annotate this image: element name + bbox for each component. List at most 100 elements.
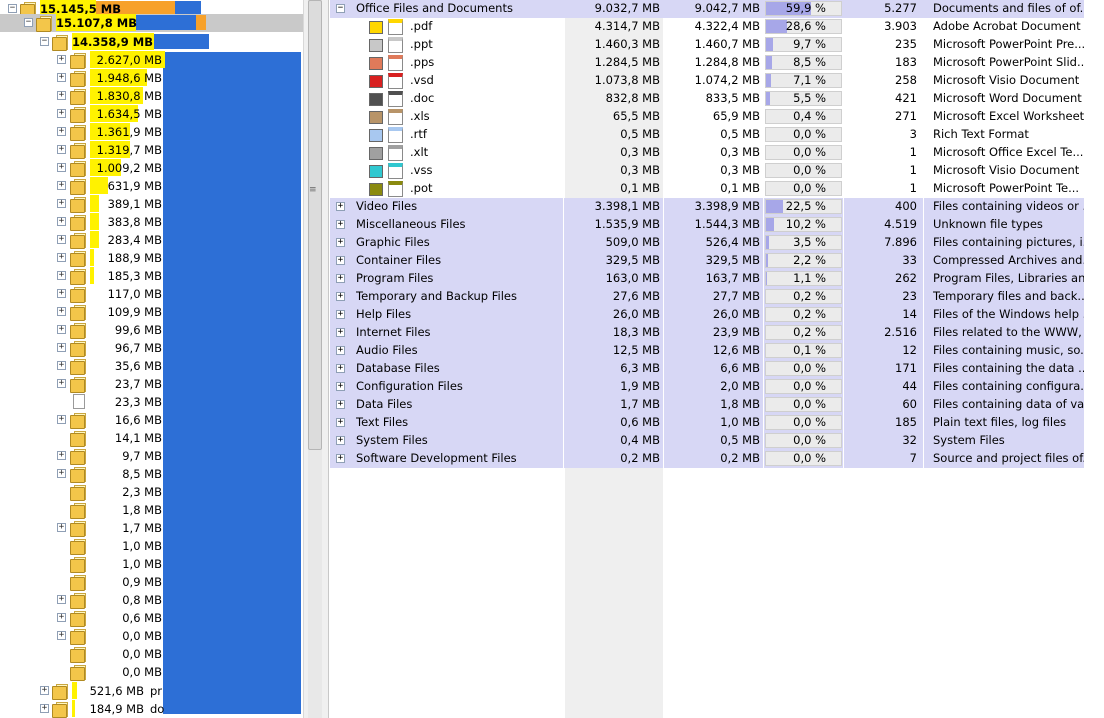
expand-icon[interactable]: + <box>57 181 66 190</box>
tree-row[interactable]: 23,3 MB <box>0 393 303 411</box>
tree-row[interactable]: +1.634,5 MB <box>0 105 303 123</box>
collapse-icon[interactable]: − <box>336 4 345 13</box>
category-row[interactable]: + System Files 0,4 MB 0,5 MB 0,0 % 32 System F… <box>330 432 1084 450</box>
color-swatch[interactable] <box>369 183 383 196</box>
tree-row[interactable]: 0,0 MB <box>0 663 303 681</box>
category-row[interactable]: + Data Files 1,7 MB 1,8 MB 0,0 % 60 Files cont… <box>330 396 1084 414</box>
color-swatch[interactable] <box>369 57 383 70</box>
expand-icon[interactable]: + <box>336 400 345 409</box>
expand-icon[interactable]: + <box>57 379 66 388</box>
tree-row[interactable]: +96,7 MB <box>0 339 303 357</box>
group-row-office[interactable]: − Office Files and Documents 9.032,7 MB … <box>330 0 1084 18</box>
category-row[interactable]: + Internet Files 18,3 MB 23,9 MB 0,2 % 2.516 F… <box>330 324 1084 342</box>
tree-row[interactable]: +8,5 MB <box>0 465 303 483</box>
expand-icon[interactable]: + <box>336 238 345 247</box>
expand-icon[interactable]: + <box>336 382 345 391</box>
expand-icon[interactable]: + <box>57 73 66 82</box>
expand-icon[interactable]: + <box>336 364 345 373</box>
color-swatch[interactable] <box>369 147 383 160</box>
category-row[interactable]: + Miscellaneous Files 1.535,9 MB 1.544,3 MB… <box>330 216 1084 234</box>
color-swatch[interactable] <box>369 75 383 88</box>
expand-icon[interactable]: + <box>57 199 66 208</box>
tree-row-sibling[interactable]: + 184,9 MB do <box>0 700 303 718</box>
extension-row[interactable]: .ppt 1.460,3 MB 1.460,7 MB 9,7 % 235 Microsof… <box>330 36 1084 54</box>
category-row[interactable]: + Graphic Files 509,0 MB 526,4 MB 3,5 % 7.896… <box>330 234 1084 252</box>
tree-row[interactable]: +2.627,0 MB <box>0 51 303 69</box>
tree-row[interactable]: +383,8 MB <box>0 213 303 231</box>
color-swatch[interactable] <box>369 165 383 178</box>
tree-row-sibling[interactable]: + 521,6 MB pr <box>0 682 303 700</box>
tree-row[interactable]: 0,9 MB <box>0 573 303 591</box>
tree-row[interactable]: +23,7 MB <box>0 375 303 393</box>
collapse-icon[interactable]: − <box>40 37 49 46</box>
expand-icon[interactable]: + <box>336 274 345 283</box>
category-row[interactable]: + Software Development Files 0,2 MB 0,2 MB 0… <box>330 450 1084 468</box>
collapse-icon[interactable]: − <box>24 18 33 27</box>
expand-icon[interactable]: + <box>336 346 345 355</box>
extension-row[interactable]: .vsd 1.073,8 MB 1.074,2 MB 7,1 % 258 Microsof… <box>330 72 1084 90</box>
expand-icon[interactable]: + <box>40 704 49 713</box>
tree-row[interactable]: 2,3 MB <box>0 483 303 501</box>
tree-row[interactable]: +16,6 MB <box>0 411 303 429</box>
expand-icon[interactable]: + <box>57 595 66 604</box>
expand-icon[interactable]: + <box>336 256 345 265</box>
tree-row[interactable]: +0,6 MB <box>0 609 303 627</box>
category-row[interactable]: + Container Files 329,5 MB 329,5 MB 2,2 % 33 C… <box>330 252 1084 270</box>
expand-icon[interactable]: + <box>57 469 66 478</box>
expand-icon[interactable]: + <box>57 523 66 532</box>
tree-row[interactable]: 1,8 MB <box>0 501 303 519</box>
expand-icon[interactable]: + <box>57 289 66 298</box>
collapse-icon[interactable]: − <box>8 4 17 13</box>
expand-icon[interactable]: + <box>336 220 345 229</box>
expand-icon[interactable]: + <box>57 361 66 370</box>
tree-row[interactable]: +0,8 MB <box>0 591 303 609</box>
expand-icon[interactable]: + <box>336 454 345 463</box>
category-row[interactable]: + Audio Files 12,5 MB 12,6 MB 0,1 % 12 Files c… <box>330 342 1084 360</box>
color-swatch[interactable] <box>369 39 383 52</box>
color-swatch[interactable] <box>369 111 383 124</box>
tree-row[interactable]: +188,9 MB <box>0 249 303 267</box>
tree-row[interactable]: +35,6 MB <box>0 357 303 375</box>
tree-row[interactable]: +1.361,9 MB <box>0 123 303 141</box>
category-row[interactable]: + Help Files 26,0 MB 26,0 MB 0,2 % 14 Files of… <box>330 306 1084 324</box>
expand-icon[interactable]: + <box>57 91 66 100</box>
expand-icon[interactable]: + <box>57 307 66 316</box>
tree-row[interactable]: +1.009,2 MB <box>0 159 303 177</box>
expand-icon[interactable]: + <box>57 109 66 118</box>
category-row[interactable]: + Video Files 3.398,1 MB 3.398,9 MB 22,5 % 40… <box>330 198 1084 216</box>
category-row[interactable]: + Database Files 6,3 MB 6,6 MB 0,0 % 171 Files… <box>330 360 1084 378</box>
color-swatch[interactable] <box>369 129 383 142</box>
tree-row[interactable]: 0,0 MB <box>0 645 303 663</box>
expand-icon[interactable]: + <box>57 127 66 136</box>
expand-icon[interactable]: + <box>57 271 66 280</box>
color-swatch[interactable] <box>369 21 383 34</box>
category-row[interactable]: + Text Files 0,6 MB 1,0 MB 0,0 % 185 Plain tex… <box>330 414 1084 432</box>
category-row[interactable]: + Configuration Files 1,9 MB 2,0 MB 0,0 % 44 F… <box>330 378 1084 396</box>
tree-row-level1[interactable]: − 15.107,8 MB <box>0 14 303 32</box>
tree-row[interactable]: +283,4 MB <box>0 231 303 249</box>
expand-icon[interactable]: + <box>336 418 345 427</box>
tree-row[interactable]: 14,1 MB <box>0 429 303 447</box>
extension-row[interactable]: .pdf 4.314,7 MB 4.322,4 MB 28,6 % 3.903 Adobe… <box>330 18 1084 36</box>
tree-row[interactable]: 1,0 MB <box>0 537 303 555</box>
tree-row[interactable]: +1.830,8 MB <box>0 87 303 105</box>
extension-row[interactable]: .vss 0,3 MB 0,3 MB 0,0 % 1 Microsoft Visio Do… <box>330 162 1084 180</box>
extension-row[interactable]: .xls 65,5 MB 65,9 MB 0,4 % 271 Microsoft Exce… <box>330 108 1084 126</box>
expand-icon[interactable]: + <box>57 55 66 64</box>
category-row[interactable]: + Program Files 163,0 MB 163,7 MB 1,1 % 262 Pr… <box>330 270 1084 288</box>
expand-icon[interactable]: + <box>336 310 345 319</box>
expand-icon[interactable]: + <box>57 613 66 622</box>
expand-icon[interactable]: + <box>336 436 345 445</box>
tree-row[interactable]: +109,9 MB <box>0 303 303 321</box>
tree-row[interactable]: +631,9 MB <box>0 177 303 195</box>
expand-icon[interactable]: + <box>40 686 49 695</box>
tree-row[interactable]: +1.319,7 MB <box>0 141 303 159</box>
expand-icon[interactable]: + <box>57 631 66 640</box>
expand-icon[interactable]: + <box>57 145 66 154</box>
tree-row[interactable]: 1,0 MB <box>0 555 303 573</box>
expand-icon[interactable]: + <box>57 235 66 244</box>
tree-row[interactable]: +117,0 MB <box>0 285 303 303</box>
expand-icon[interactable]: + <box>336 328 345 337</box>
extension-row[interactable]: .xlt 0,3 MB 0,3 MB 0,0 % 1 Microsoft Office E… <box>330 144 1084 162</box>
expand-icon[interactable]: + <box>57 217 66 226</box>
